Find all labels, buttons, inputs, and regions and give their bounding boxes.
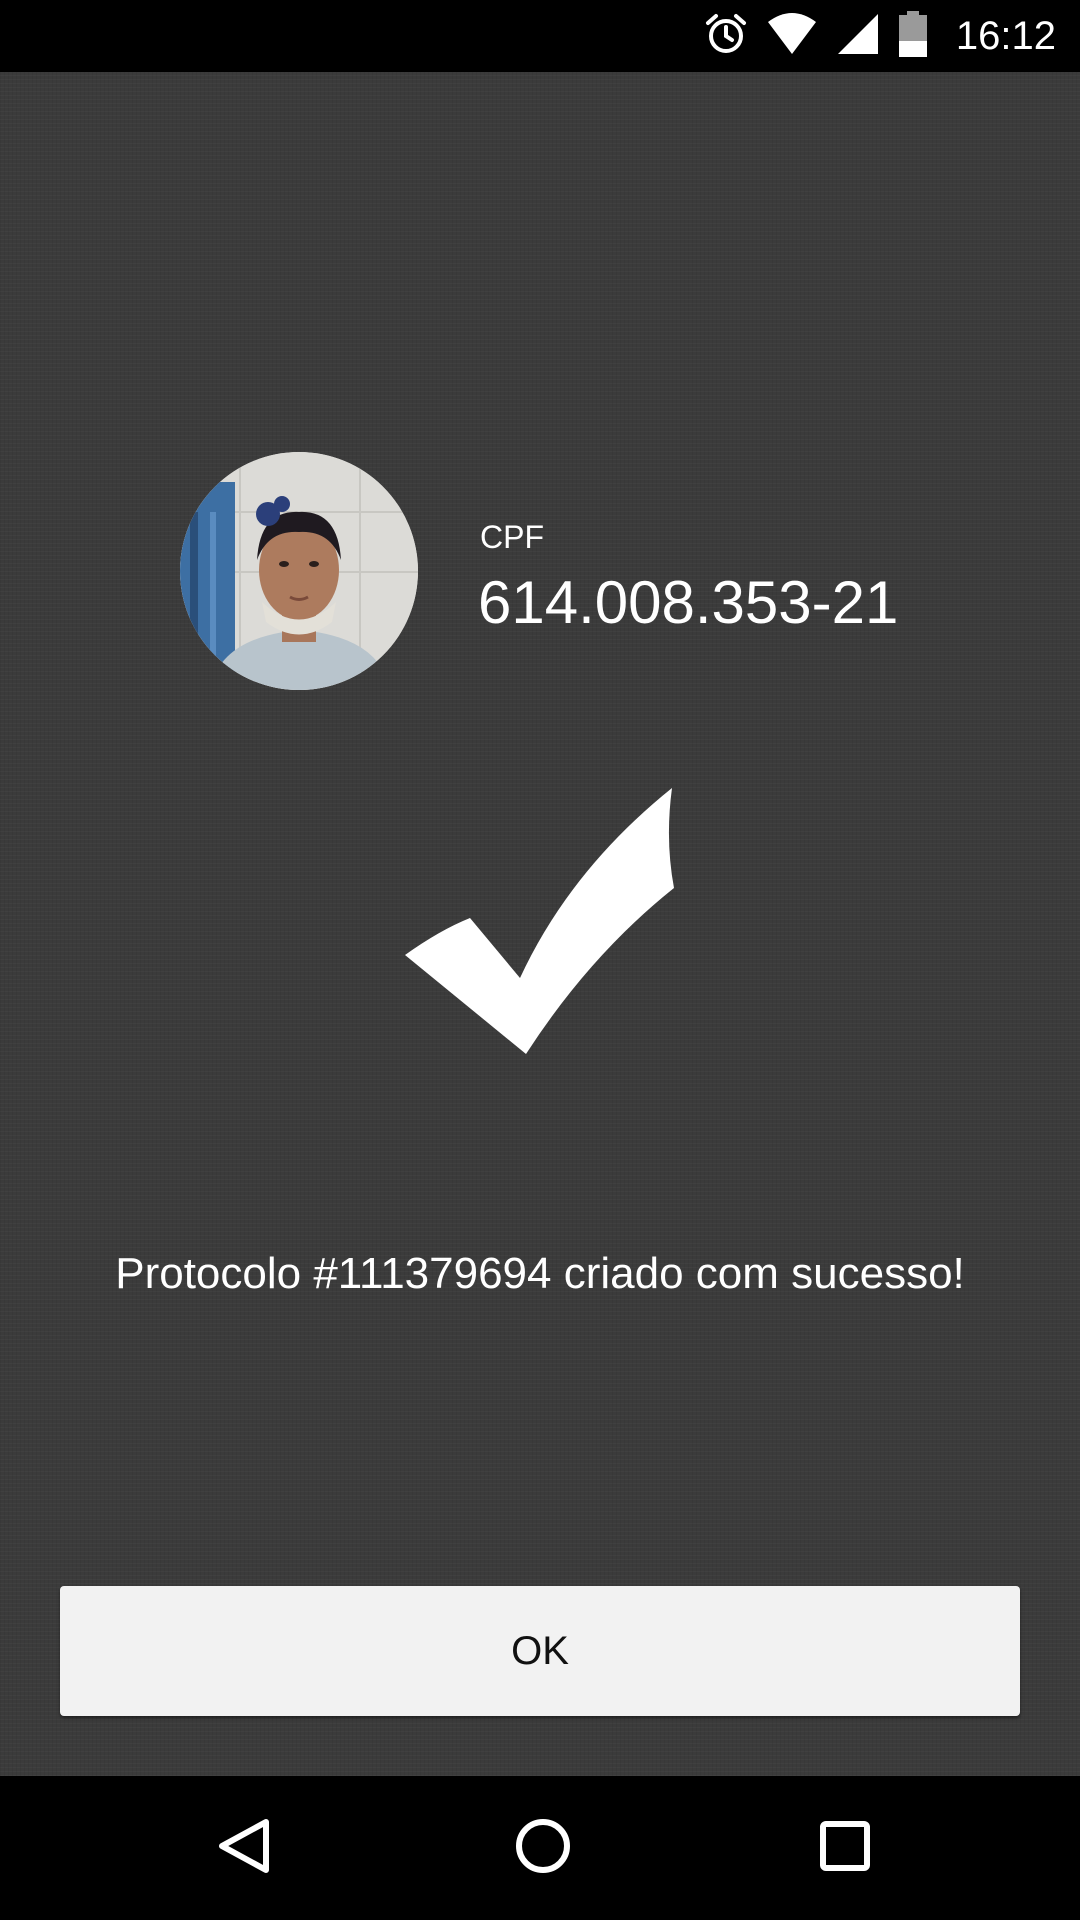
status-icons: 16:12 (704, 0, 1056, 72)
cpf-label: CPF (480, 519, 544, 555)
status-bar: 16:12 (0, 0, 1080, 72)
ok-button[interactable]: OK (60, 1586, 1020, 1716)
main-content: CPF 614.008.353-21 Protocolo #111379694 … (0, 72, 1080, 1776)
status-time: 16:12 (955, 13, 1056, 58)
recents-icon (815, 1816, 875, 1880)
home-icon (513, 1816, 573, 1880)
back-icon (214, 1816, 274, 1880)
battery-icon (898, 11, 928, 61)
back-button[interactable] (174, 1776, 314, 1920)
home-button[interactable] (473, 1776, 613, 1920)
avatar (180, 452, 418, 690)
success-message: Protocolo #111379694 criado com sucesso! (115, 1249, 965, 1298)
checkmark-icon (400, 780, 680, 1060)
alarm-icon (704, 12, 748, 60)
signal-icon (836, 12, 880, 60)
cpf-value: 614.008.353-21 (478, 569, 899, 636)
wifi-icon (766, 12, 818, 60)
recents-button[interactable] (775, 1776, 915, 1920)
navigation-bar (0, 1776, 1080, 1920)
